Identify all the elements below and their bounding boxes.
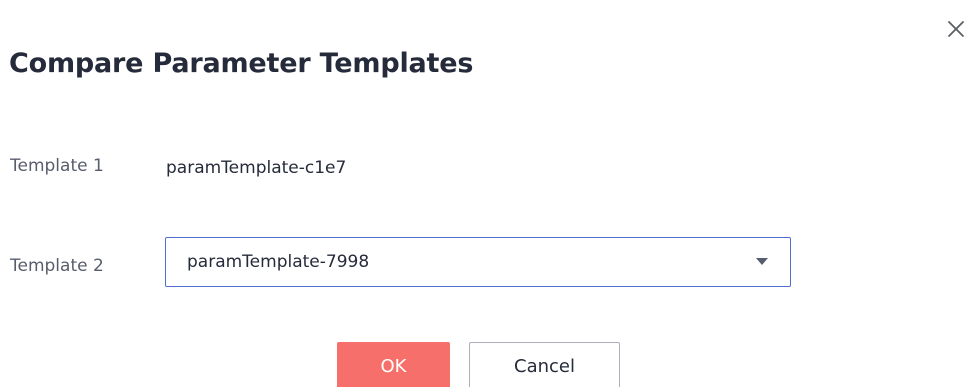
close-icon[interactable] bbox=[945, 18, 967, 40]
compare-templates-dialog: Compare Parameter Templates Template 1 p… bbox=[0, 0, 970, 387]
caret-down-icon bbox=[756, 258, 768, 266]
template-2-select[interactable]: paramTemplate-7998 bbox=[165, 237, 791, 287]
dialog-title: Compare Parameter Templates bbox=[9, 48, 474, 79]
template-1-value: paramTemplate-c1e7 bbox=[166, 158, 347, 178]
cancel-button[interactable]: Cancel bbox=[469, 342, 620, 387]
template-1-label: Template 1 bbox=[10, 156, 104, 176]
template-2-selected-value: paramTemplate-7998 bbox=[187, 252, 370, 272]
template-2-label: Template 2 bbox=[10, 256, 104, 276]
ok-button[interactable]: OK bbox=[337, 342, 450, 387]
